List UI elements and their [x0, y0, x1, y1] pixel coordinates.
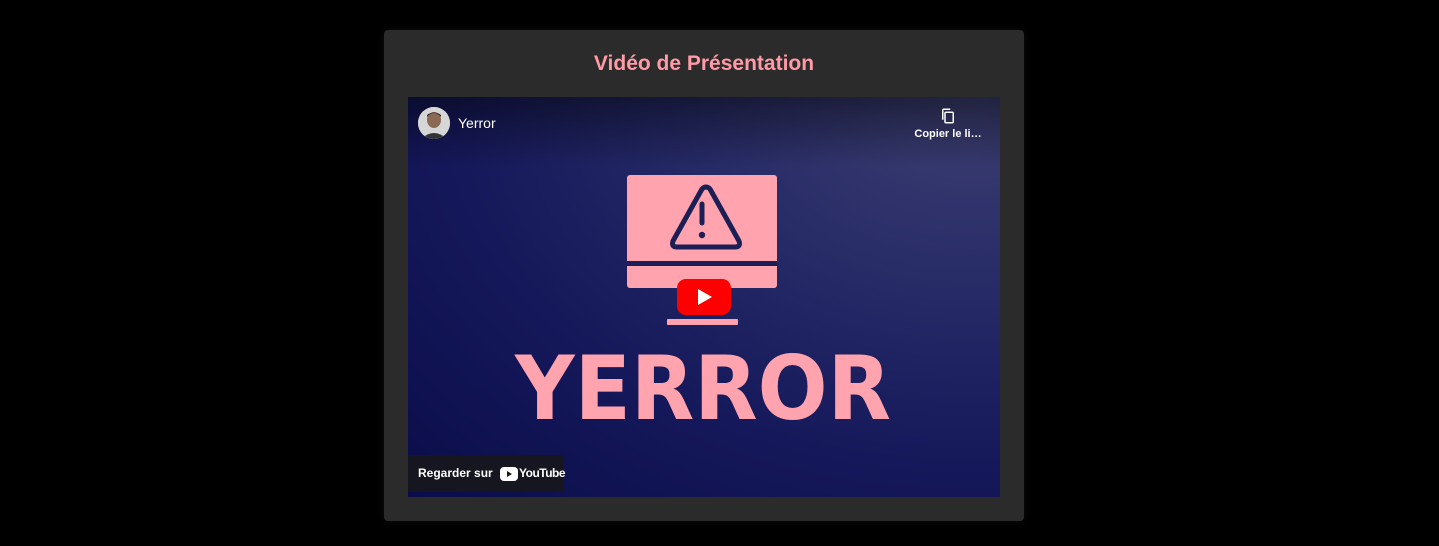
watch-on-label: Regarder sur — [418, 466, 493, 480]
avatar[interactable] — [418, 107, 450, 139]
copy-link-button[interactable]: Copier le li… — [908, 107, 988, 147]
copy-icon — [942, 108, 954, 124]
youtube-embed-player[interactable]: YERROR Yerror Copier le li… Regarder sur… — [408, 97, 1000, 497]
play-button[interactable] — [677, 279, 731, 315]
video-card: Vidéo de Présentation YERROR Yerror Copi… — [384, 30, 1024, 521]
play-icon — [677, 279, 731, 315]
watch-on-youtube-button[interactable]: Regarder sur YouTube — [408, 455, 566, 492]
copy-link-label: Copier le li… — [914, 128, 982, 140]
card-title: Vidéo de Présentation — [593, 52, 815, 75]
thumbnail-title: YERROR — [514, 337, 891, 440]
youtube-logo-icon — [500, 467, 518, 481]
youtube-wordmark: YouTube — [519, 466, 566, 480]
channel-name[interactable]: Yerror — [458, 115, 496, 131]
